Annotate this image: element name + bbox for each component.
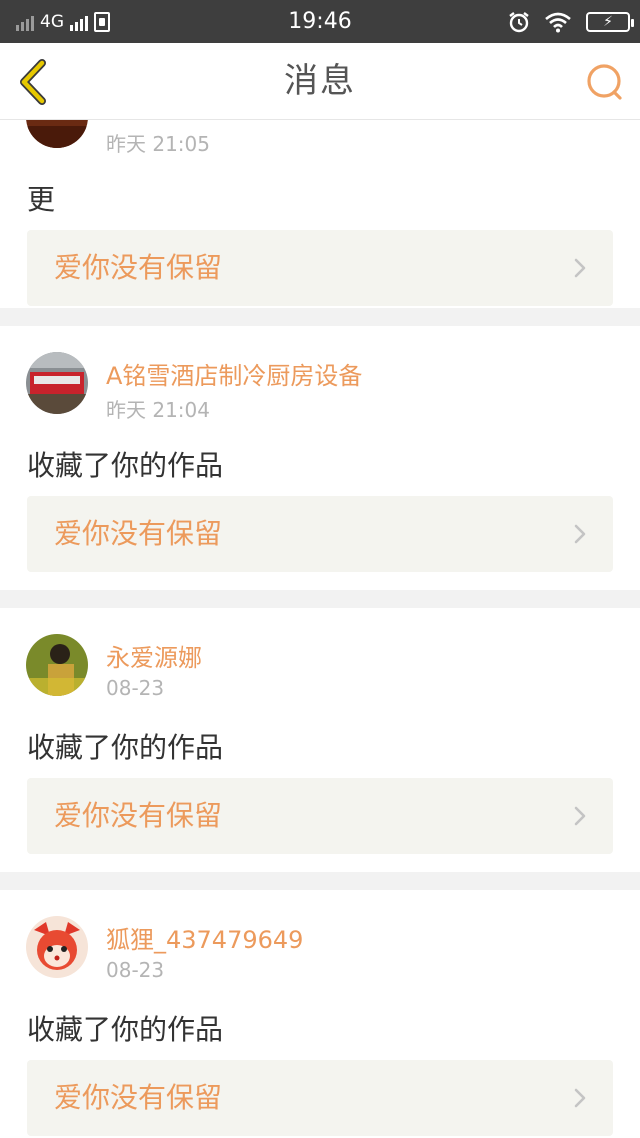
- work-link[interactable]: 爱你没有保留: [27, 1060, 613, 1136]
- user-name[interactable]: 狐狸_437479649: [106, 920, 303, 955]
- user-name[interactable]: 永爱源娜: [106, 638, 202, 673]
- message-time: 昨天 21:04: [106, 398, 210, 422]
- avatar[interactable]: [26, 120, 88, 148]
- message-text: 更: [27, 183, 56, 216]
- message-card: A铭雪酒店制冷厨房设备 昨天 21:04 收藏了你的作品 爱你没有保留: [0, 326, 640, 590]
- page-title: 消息: [284, 61, 356, 101]
- message-text: 收藏了你的作品: [27, 731, 224, 764]
- battery-charging-icon: ⚡: [586, 11, 634, 32]
- work-link[interactable]: 爱你没有保留: [27, 496, 613, 572]
- app-header: 消息: [0, 43, 640, 120]
- message-card: 狐狸_437479649 08-23 收藏了你的作品 爱你没有保留: [0, 890, 640, 1138]
- work-title: 爱你没有保留: [54, 517, 223, 550]
- message-text: 收藏了你的作品: [27, 1013, 224, 1046]
- message-time: 08-23: [106, 958, 165, 982]
- avatar[interactable]: [26, 916, 88, 978]
- message-card: 昨天 21:05 更 爱你没有保留: [0, 120, 640, 308]
- avatar[interactable]: [26, 634, 88, 696]
- work-link[interactable]: 爱你没有保留: [27, 230, 613, 306]
- chevron-right-icon: [574, 524, 586, 544]
- work-link[interactable]: 爱你没有保留: [27, 778, 613, 854]
- message-time: 08-23: [106, 676, 165, 700]
- status-bar: 4G 19:46 ⚡: [0, 0, 640, 43]
- message-time: 昨天 21:05: [106, 132, 210, 156]
- avatar[interactable]: [26, 352, 88, 414]
- work-title: 爱你没有保留: [54, 1081, 223, 1114]
- chevron-right-icon: [574, 258, 586, 278]
- chevron-right-icon: [574, 806, 586, 826]
- user-name[interactable]: A铭雪酒店制冷厨房设备: [106, 356, 362, 391]
- work-title: 爱你没有保留: [54, 251, 223, 284]
- alarm-icon: [509, 11, 529, 32]
- search-icon: [587, 64, 622, 100]
- message-list: 昨天 21:05 更 爱你没有保留 A铭雪酒店制冷厨房设备 昨天 21:04 收…: [0, 120, 640, 1138]
- status-right: ⚡: [508, 0, 634, 43]
- chevron-right-icon: [574, 1088, 586, 1108]
- message-card: 永爱源娜 08-23 收藏了你的作品 爱你没有保留: [0, 608, 640, 872]
- wifi-icon: [545, 12, 571, 32]
- search-button[interactable]: [584, 61, 626, 103]
- work-title: 爱你没有保留: [54, 799, 223, 832]
- message-text: 收藏了你的作品: [27, 449, 224, 482]
